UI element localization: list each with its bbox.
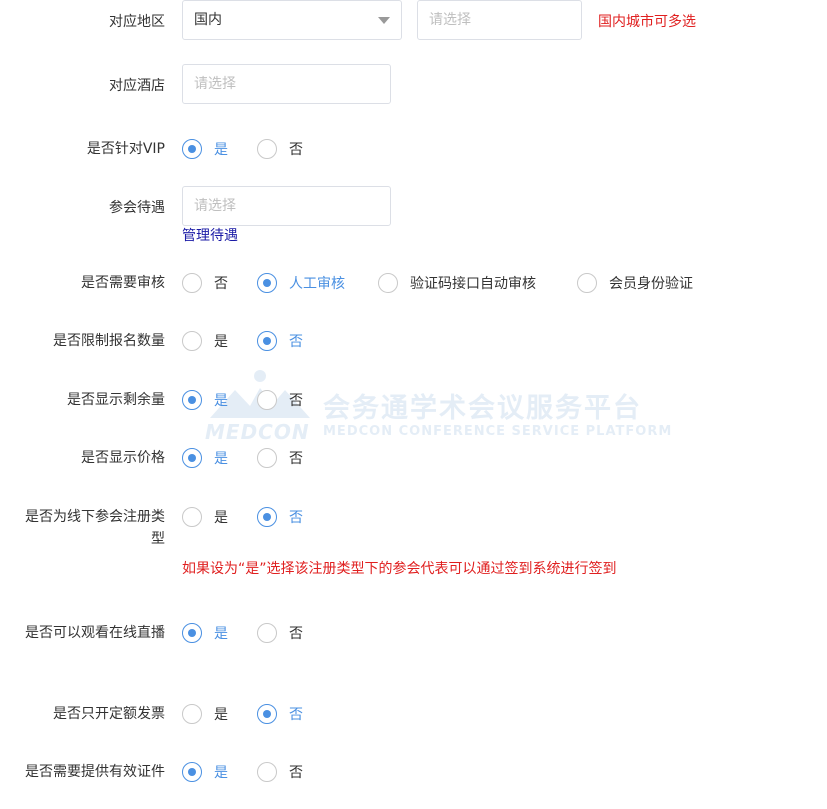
vip-radio-yes[interactable]: 是 bbox=[182, 137, 228, 161]
certificate-label: 是否需要提供有效证件 bbox=[25, 764, 165, 780]
certificate-radio-no-label: 否 bbox=[289, 765, 303, 781]
invoice-label: 是否只开定额发票 bbox=[53, 706, 165, 722]
review-radio-captcha[interactable]: 验证码接口自动审核 bbox=[378, 271, 536, 295]
radio-checked-icon bbox=[257, 273, 277, 293]
hotel-select[interactable]: 请选择 bbox=[182, 64, 391, 104]
vip-radio-no-label: 否 bbox=[289, 142, 303, 158]
radio-checked-icon bbox=[257, 331, 277, 351]
review-radio-none-label: 否 bbox=[214, 276, 228, 292]
treatment-label: 参会待遇 bbox=[109, 200, 165, 216]
offline-radio-yes-label: 是 bbox=[214, 510, 228, 526]
invoice-radio-yes[interactable]: 是 bbox=[182, 702, 228, 726]
radio-unchecked-icon bbox=[182, 273, 202, 293]
radio-unchecked-icon bbox=[182, 704, 202, 724]
region-city-placeholder: 请选择 bbox=[429, 12, 471, 28]
radio-checked-icon bbox=[257, 507, 277, 527]
watermark-subtitle: MEDCON CONFERENCE SERVICE PLATFORM bbox=[323, 424, 673, 439]
price-radio-yes[interactable]: 是 bbox=[182, 446, 228, 470]
watermark-logo-text: MEDCON bbox=[205, 420, 310, 444]
hotel-label: 对应酒店 bbox=[109, 78, 165, 94]
radio-unchecked-icon bbox=[257, 623, 277, 643]
review-radio-member-label: 会员身份验证 bbox=[609, 276, 693, 292]
watermark-title: 会务通学术会议服务平台 bbox=[323, 393, 642, 424]
price-radio-no-label: 否 bbox=[289, 451, 303, 467]
region-city-select[interactable]: 请选择 bbox=[417, 0, 582, 40]
treatment-placeholder: 请选择 bbox=[194, 198, 236, 214]
limit-radio-no-label: 否 bbox=[289, 334, 303, 350]
remaining-radio-yes-label: 是 bbox=[214, 393, 228, 409]
offline-label: 是否为线下参会注册类型 bbox=[25, 509, 165, 547]
region-note: 国内城市可多选 bbox=[598, 14, 696, 30]
radio-unchecked-icon bbox=[182, 331, 202, 351]
radio-checked-icon bbox=[257, 704, 277, 724]
limit-radio-yes-label: 是 bbox=[214, 334, 228, 350]
offline-radio-no[interactable]: 否 bbox=[257, 505, 303, 529]
review-radio-none[interactable]: 否 bbox=[182, 271, 228, 295]
region-select-value: 国内 bbox=[194, 12, 222, 28]
price-radio-no[interactable]: 否 bbox=[257, 446, 303, 470]
radio-unchecked-icon bbox=[577, 273, 597, 293]
live-radio-no-label: 否 bbox=[289, 626, 303, 642]
limit-radio-no[interactable]: 否 bbox=[257, 329, 303, 353]
remaining-label: 是否显示剩余量 bbox=[67, 392, 165, 408]
caret-down-icon bbox=[378, 17, 390, 24]
live-radio-no[interactable]: 否 bbox=[257, 621, 303, 645]
review-radio-member[interactable]: 会员身份验证 bbox=[577, 271, 693, 295]
radio-unchecked-icon bbox=[257, 762, 277, 782]
invoice-radio-yes-label: 是 bbox=[214, 707, 228, 723]
offline-note: 如果设为“是”选择该注册类型下的参会代表可以通过签到系统进行签到 bbox=[182, 561, 617, 577]
radio-unchecked-icon bbox=[257, 139, 277, 159]
radio-checked-icon bbox=[182, 448, 202, 468]
radio-checked-icon bbox=[182, 623, 202, 643]
treatment-select[interactable]: 请选择 bbox=[182, 186, 391, 226]
review-radio-manual-label: 人工审核 bbox=[289, 276, 345, 292]
certificate-radio-no[interactable]: 否 bbox=[257, 760, 303, 784]
region-select[interactable]: 国内 bbox=[182, 0, 402, 40]
review-radio-captcha-label: 验证码接口自动审核 bbox=[410, 276, 536, 292]
radio-checked-icon bbox=[182, 762, 202, 782]
remaining-radio-yes[interactable]: 是 bbox=[182, 388, 228, 412]
hotel-placeholder: 请选择 bbox=[194, 76, 236, 92]
offline-radio-yes[interactable]: 是 bbox=[182, 505, 228, 529]
price-label: 是否显示价格 bbox=[81, 450, 165, 466]
vip-radio-yes-label: 是 bbox=[214, 142, 228, 158]
review-label: 是否需要审核 bbox=[81, 275, 165, 291]
certificate-radio-yes-label: 是 bbox=[214, 765, 228, 781]
manage-treatment-link[interactable]: 管理待遇 bbox=[182, 226, 238, 246]
remaining-radio-no-label: 否 bbox=[289, 393, 303, 409]
review-radio-manual[interactable]: 人工审核 bbox=[257, 271, 345, 295]
offline-radio-no-label: 否 bbox=[289, 510, 303, 526]
live-radio-yes-label: 是 bbox=[214, 626, 228, 642]
live-label: 是否可以观看在线直播 bbox=[25, 625, 165, 641]
price-radio-yes-label: 是 bbox=[214, 451, 228, 467]
invoice-radio-no-label: 否 bbox=[289, 707, 303, 723]
radio-unchecked-icon bbox=[257, 390, 277, 410]
vip-radio-no[interactable]: 否 bbox=[257, 137, 303, 161]
region-label: 对应地区 bbox=[109, 14, 165, 30]
live-radio-yes[interactable]: 是 bbox=[182, 621, 228, 645]
invoice-radio-no[interactable]: 否 bbox=[257, 702, 303, 726]
radio-checked-icon bbox=[182, 139, 202, 159]
remaining-radio-no[interactable]: 否 bbox=[257, 388, 303, 412]
radio-unchecked-icon bbox=[182, 507, 202, 527]
certificate-radio-yes[interactable]: 是 bbox=[182, 760, 228, 784]
radio-unchecked-icon bbox=[257, 448, 277, 468]
radio-unchecked-icon bbox=[378, 273, 398, 293]
limit-label: 是否限制报名数量 bbox=[53, 333, 165, 349]
vip-label: 是否针对VIP bbox=[86, 141, 165, 157]
limit-radio-yes[interactable]: 是 bbox=[182, 329, 228, 353]
radio-checked-icon bbox=[182, 390, 202, 410]
